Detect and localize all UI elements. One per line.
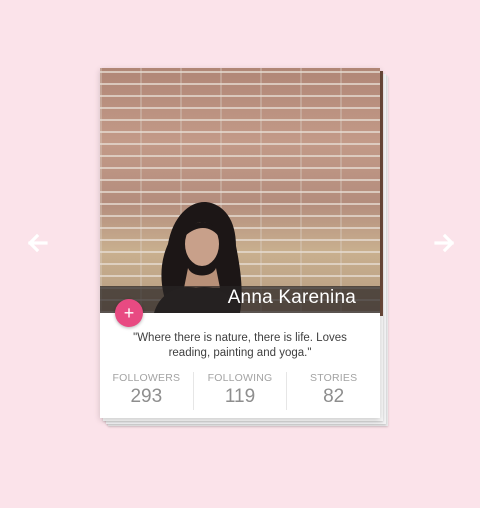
stat-value: 82: [323, 386, 345, 407]
stat-stories[interactable]: STORIES 82: [287, 372, 380, 410]
profile-card-stack: Anna Karenina + "Where there is nature, …: [100, 68, 388, 428]
stat-value: 293: [130, 386, 163, 407]
profile-photo: Anna Karenina: [100, 68, 380, 313]
add-button[interactable]: +: [115, 299, 143, 327]
stat-followers[interactable]: FOLLOWERS 293: [100, 372, 194, 410]
next-card-arrow-icon[interactable]: [433, 232, 455, 254]
stat-label: STORIES: [310, 372, 358, 384]
stat-following[interactable]: FOLLOWING 119: [194, 372, 288, 410]
stats-bar: FOLLOWERS 293 FOLLOWING 119 STORIES 82: [100, 372, 380, 410]
previous-card-arrow-icon[interactable]: [27, 232, 49, 254]
profile-card: Anna Karenina + "Where there is nature, …: [100, 68, 380, 418]
stat-label: FOLLOWERS: [112, 372, 181, 384]
stat-value: 119: [224, 386, 256, 407]
profile-bio: "Where there is nature, there is life. L…: [133, 332, 347, 359]
stat-label: FOLLOWING: [207, 372, 273, 384]
profile-name: Anna Karenina: [227, 287, 356, 308]
